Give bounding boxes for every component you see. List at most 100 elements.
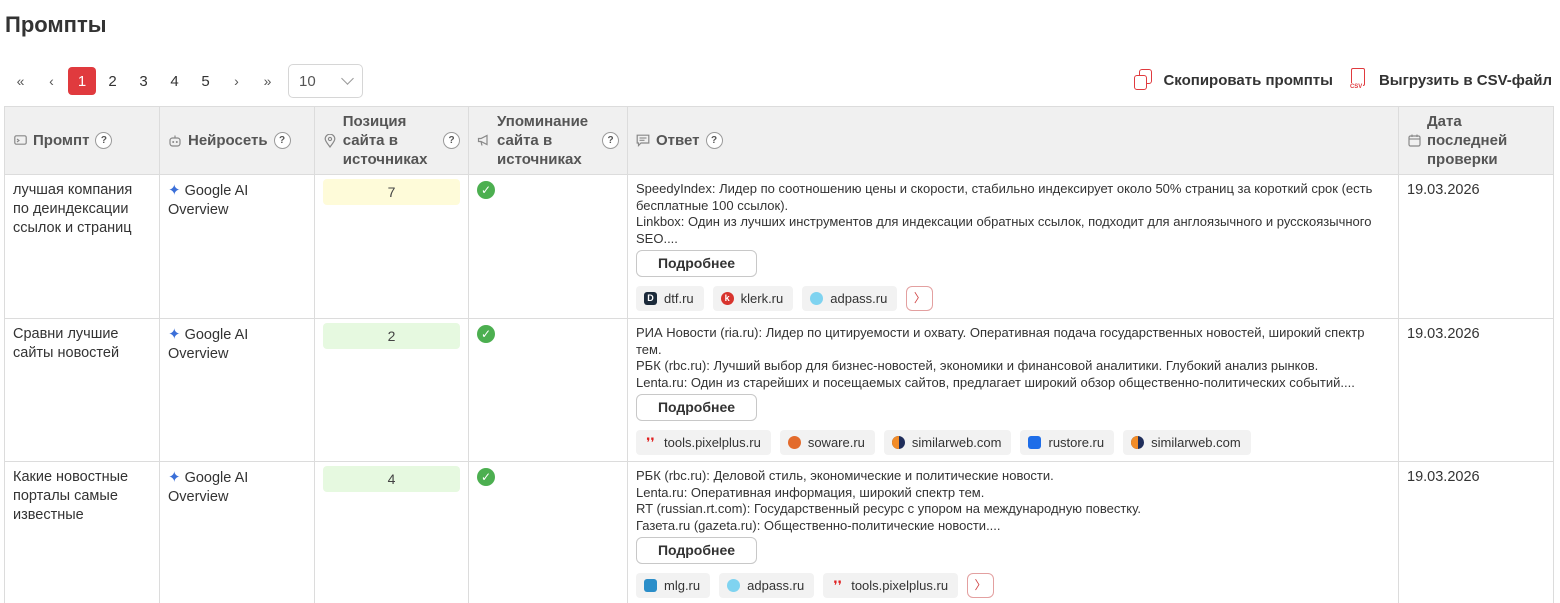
date-cell: 19.03.2026: [1398, 174, 1554, 319]
page-1-button[interactable]: 1: [68, 67, 96, 95]
position-badge: 2: [323, 323, 460, 349]
details-button[interactable]: Подробнее: [636, 250, 757, 277]
source-label: adpass.ru: [830, 291, 888, 306]
column-header-prompt-label: Промпт: [33, 132, 90, 149]
chevron-right-icon[interactable]: 〉: [906, 286, 934, 311]
first-page-button[interactable]: «: [5, 67, 36, 95]
source-label: tools.pixelplus.ru: [851, 578, 949, 593]
source-list: ❜❜ tools.pixelplus.ru soware.ru similarwe…: [636, 430, 1390, 455]
table-row[interactable]: Сравни лучшие сайты новостей ✦ Google AI …: [4, 318, 1554, 462]
pixelplus-logo-icon: ❜❜: [833, 578, 842, 593]
copy-prompts-button[interactable]: Скопировать промпты: [1133, 69, 1333, 91]
csv-file-icon: CSV: [1348, 68, 1369, 92]
source-chip[interactable]: similarweb.com: [1123, 430, 1251, 455]
csv-icon-label: CSV: [1348, 83, 1364, 91]
details-button[interactable]: Подробнее: [636, 394, 757, 421]
help-icon[interactable]: ?: [273, 132, 291, 149]
google-ai-star-icon: ✦: [168, 182, 181, 199]
column-header-model[interactable]: Нейросеть ?: [159, 106, 315, 175]
export-csv-label: Выгрузить в CSV-файл: [1378, 71, 1552, 89]
dtf-logo-icon: D: [644, 292, 657, 305]
toolbar-actions: Скопировать промпты CSV Выгрузить в CSV-…: [1133, 68, 1552, 92]
source-chip[interactable]: adpass.ru: [719, 573, 815, 598]
date-cell: 19.03.2026: [1398, 318, 1554, 462]
answer-line: Газета.ru (gazeta.ru): Общественно-полит…: [636, 517, 1001, 533]
page-5-button[interactable]: 5: [190, 67, 221, 95]
source-label: rustore.ru: [1048, 435, 1105, 450]
adpass-logo-icon: [810, 292, 824, 305]
help-icon[interactable]: ?: [602, 132, 619, 149]
table-row[interactable]: Какие новостные порталы самые известные …: [4, 461, 1554, 603]
column-header-answer-label: Ответ: [656, 132, 700, 149]
column-header-mention[interactable]: Упоминание сайта в источниках ?: [468, 106, 628, 175]
table-row[interactable]: лучшая компания по деиндексации ссылок и…: [4, 174, 1554, 319]
position-cell: 2: [314, 318, 469, 462]
answer-line: РИА Новости (ria.ru): Лидер по цитируемо…: [636, 325, 1365, 357]
position-badge: 7: [323, 179, 460, 205]
answer-line: РБК (rbc.ru): Деловой стиль, экономическ…: [636, 468, 1054, 483]
details-button[interactable]: Подробнее: [636, 537, 757, 564]
prompts-table: Промпт ? Нейросеть ? Позиция сайта в ист…: [4, 106, 1554, 603]
answer-cell: РИА Новости (ria.ru): Лидер по цитируемо…: [627, 318, 1399, 462]
prev-page-button[interactable]: ‹: [36, 67, 67, 95]
column-header-position-l2: сайта в: [342, 132, 398, 149]
source-chip[interactable]: mlg.ru: [636, 573, 711, 598]
next-page-button[interactable]: ›: [221, 67, 252, 95]
source-chip[interactable]: soware.ru: [779, 430, 875, 455]
chat-icon: [636, 134, 650, 147]
column-header-date-l1: Дата: [1427, 113, 1462, 130]
check-circle-icon: ✓: [477, 181, 495, 199]
chevron-down-icon: [341, 72, 354, 85]
source-chip[interactable]: adpass.ru: [802, 286, 898, 311]
pixelplus-logo-icon: ❜❜: [646, 435, 655, 450]
source-label: mlg.ru: [664, 578, 701, 593]
source-chip[interactable]: Ddtf.ru: [636, 286, 704, 311]
answer-line: RT (russian.rt.com): Государственный рес…: [636, 501, 1141, 516]
page-title: Промпты: [5, 12, 107, 37]
help-icon[interactable]: ?: [95, 132, 113, 149]
column-header-position[interactable]: Позиция сайта в источниках ?: [314, 106, 469, 175]
source-chip[interactable]: ❜❜ tools.pixelplus.ru: [636, 430, 771, 455]
column-header-prompt[interactable]: Промпт ?: [4, 106, 160, 175]
answer-cell: SpeedyIndex: Лидер по соотношению цены и…: [627, 174, 1399, 319]
mention-cell: ✓: [468, 461, 628, 603]
google-ai-star-icon: ✦: [168, 469, 181, 486]
source-chip[interactable]: ❜❜ tools.pixelplus.ru: [823, 573, 959, 598]
source-label: klerk.ru: [740, 291, 784, 306]
column-header-position-l3: источниках: [342, 151, 428, 168]
table-header-row: Промпт ? Нейросеть ? Позиция сайта в ист…: [4, 106, 1554, 175]
page-3-button[interactable]: 3: [128, 67, 159, 95]
column-header-date[interactable]: Дата последней проверки: [1398, 106, 1554, 175]
prompt-cell: лучшая компания по деиндексации ссылок и…: [4, 174, 160, 319]
calendar-icon: [1407, 134, 1421, 147]
model-cell: ✦ Google AI Overview: [159, 318, 315, 462]
column-header-date-l3: проверки: [1427, 151, 1498, 168]
per-page-select[interactable]: 10: [288, 64, 363, 98]
source-chip[interactable]: k klerk.ru: [712, 286, 794, 311]
answer-line: Lenta.ru: Один из старейших и посещаемых…: [636, 374, 1355, 390]
soware-logo-icon: [787, 436, 801, 449]
google-ai-star-icon: ✦: [168, 326, 181, 343]
prompt-cell: Сравни лучшие сайты новостей: [4, 318, 160, 462]
column-header-answer[interactable]: Ответ ?: [627, 106, 1399, 175]
mlg-logo-icon: [644, 579, 657, 592]
source-chip[interactable]: similarweb.com: [883, 430, 1012, 455]
model-cell: ✦ Google AI Overview: [159, 461, 315, 603]
page-2-button[interactable]: 2: [97, 67, 128, 95]
export-csv-button[interactable]: CSV Выгрузить в CSV-файл: [1348, 68, 1552, 92]
source-chip[interactable]: rustore.ru: [1020, 430, 1115, 455]
last-page-button[interactable]: »: [252, 67, 283, 95]
answer-line: Linkbox: Один из лучших инструментов для…: [636, 214, 1372, 246]
help-icon[interactable]: ?: [705, 132, 723, 149]
chevron-right-icon[interactable]: 〉: [967, 573, 995, 598]
position-cell: 4: [314, 461, 469, 603]
help-icon[interactable]: ?: [443, 132, 460, 149]
source-label: similarweb.com: [911, 435, 1002, 450]
page-4-button[interactable]: 4: [159, 67, 190, 95]
date-cell: 19.03.2026: [1398, 461, 1554, 603]
mention-cell: ✓: [468, 318, 628, 462]
answer-line: РБК (rbc.ru): Лучший выбор для бизнес-но…: [636, 358, 1319, 373]
source-label: adpass.ru: [747, 578, 805, 593]
message-icon: [13, 134, 27, 147]
column-header-position-l1: Позиция: [342, 113, 407, 130]
